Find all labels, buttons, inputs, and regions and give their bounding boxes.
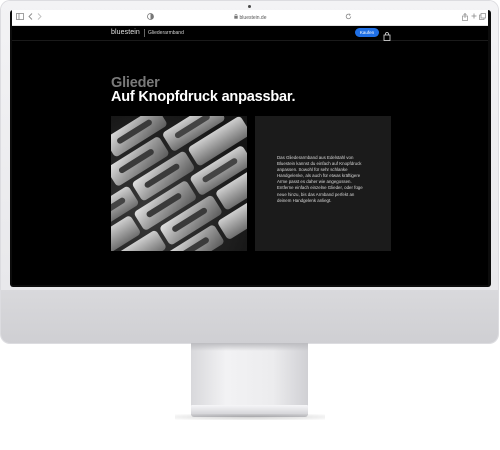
- lock-icon: [233, 13, 238, 21]
- camera-icon: [248, 5, 251, 8]
- shopping-bag-icon[interactable]: [383, 28, 391, 41]
- browser-toolbar: bluestein.de: [12, 10, 488, 26]
- floor-shadow: [175, 414, 325, 420]
- description-text: Das Gliederarmband aus Edelstahl von Blu…: [277, 155, 363, 203]
- privacy-icon[interactable]: [147, 13, 154, 23]
- sidebar-icon[interactable]: [16, 13, 24, 23]
- url-text: bluestein.de: [239, 14, 267, 21]
- description-panel: Das Gliederarmband aus Edelstahl von Blu…: [255, 116, 391, 251]
- section-headline: Auf Knopfdruck anpassbar.: [111, 89, 296, 105]
- new-tab-icon[interactable]: [471, 13, 477, 22]
- browser-window: bluestein.de bluestein Gliederarmband Ka…: [12, 10, 488, 285]
- address-bar[interactable]: bluestein.de: [162, 13, 338, 22]
- back-icon[interactable]: [28, 13, 33, 23]
- forward-icon[interactable]: [37, 13, 42, 23]
- site-navigation: bluestein Gliederarmband Kaufen: [12, 26, 488, 41]
- bracelet-links-image: [111, 116, 247, 251]
- tabs-icon[interactable]: [479, 13, 486, 23]
- imac-chin: [1, 290, 498, 343]
- product-name[interactable]: Gliederarmband: [148, 30, 184, 36]
- buy-button[interactable]: Kaufen: [355, 28, 379, 37]
- share-icon[interactable]: [462, 13, 468, 24]
- brand-logo[interactable]: bluestein: [111, 29, 140, 36]
- nav-divider: [144, 29, 145, 37]
- reload-icon[interactable]: [345, 13, 352, 23]
- stand-shadow: [191, 343, 308, 351]
- web-page: bluestein Gliederarmband Kaufen Glieder …: [12, 26, 488, 285]
